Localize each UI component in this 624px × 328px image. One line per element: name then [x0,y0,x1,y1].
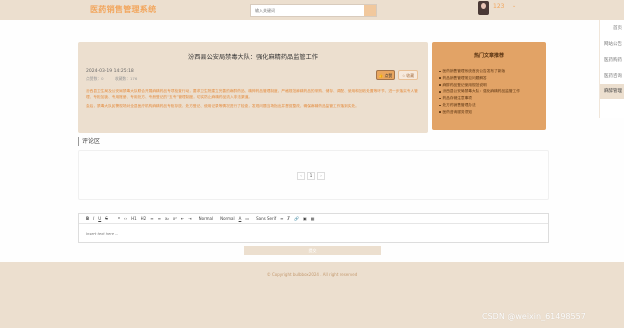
search-box [250,4,377,17]
bold-button[interactable]: B [86,216,89,221]
italic-button[interactable]: I [93,216,94,221]
code-icon[interactable]: ‹› [124,216,127,221]
strike-button[interactable]: S [105,216,108,221]
hot-article-item[interactable]: 药品存储注意事项 [439,95,543,102]
hot-articles-title: 热门文章推荐 [473,53,504,59]
article-paragraph: 会后，禁毒大队民警现场对全县医疗机构麻精药品专柜存放、处方登记、使用记录等情况进… [86,104,359,108]
article-title: 汾西县公安局禁毒大队：强化麻精药品监管工作 [188,54,318,61]
copyright-text: © Copyright bulbbox2024 . All right rese… [266,272,358,277]
article-card: 汾西县公安局禁毒大队：强化麻精药品监管工作 2024-03-19 14:25:1… [78,42,428,133]
like-count: 点赞数：0 [86,76,104,81]
page-number-button[interactable]: 1 [307,172,315,180]
article-stats: 点赞数：0 收藏数：176 [86,76,147,82]
top-bar: 医药销售管理系统 123 ⌄ [0,0,624,20]
comment-heading: 评论区 [78,137,100,146]
hot-articles-list: 医药销售管理系统首页公告发布了新版 药品销售管理常见问题解答 麻醉药品登记使用规… [439,68,543,116]
nav-item-home[interactable]: 首页 [600,20,624,36]
subscript-button[interactable]: x₂ [165,216,169,221]
font-color-icon[interactable]: A [239,216,242,221]
background-color-icon[interactable]: ▭ [245,216,249,221]
like-button-label: 点赞 [384,72,393,78]
hot-article-item[interactable]: 药品销售管理常见问题解答 [439,75,543,82]
clear-format-icon[interactable]: T̸ [288,216,290,221]
font-family-select[interactable]: Sans Serif [256,216,276,221]
image-icon[interactable]: ▣ [303,216,307,221]
underline-button[interactable]: U [98,216,101,221]
search-input[interactable] [251,5,366,16]
collect-button[interactable]: ☆ 收藏 [398,70,418,80]
size-select[interactable]: Normal [199,216,213,221]
indent-icon[interactable]: ⇥ [188,216,191,221]
right-nav: 首页 网站公告 医药购药 医药咨询 麻醉管理 [599,20,624,118]
next-page-button[interactable]: › [317,172,325,180]
pagination: ‹ 1 › [297,172,325,180]
watermark: CSDN @weixin_61498557 [482,312,586,321]
outdent-icon[interactable]: ⇤ [181,216,184,221]
hot-article-item[interactable]: 医药销售管理系统首页公告发布了新版 [439,68,543,75]
like-button[interactable]: 👍 点赞 [376,70,395,80]
collect-button-label: 收藏 [406,72,414,78]
prev-page-button[interactable]: ‹ [297,172,305,180]
star-icon: ☆ [402,72,406,78]
ordered-list-icon[interactable]: ≡ [150,216,153,221]
site-logo[interactable]: 医药销售管理系统 [90,4,156,15]
hot-article-item[interactable]: 医药咨询服务须知 [439,109,543,116]
rich-text-editor: B I U S ❝ ‹› H1 H2 ≡ ≡ x₂ x² ⇤ ⇥ Normal … [78,213,549,243]
comment-input[interactable] [86,229,536,239]
avatar[interactable] [478,1,489,15]
hot-article-item[interactable]: 麻醉药品登记使用规范说明 [439,82,543,89]
article-date: 2024-03-19 14:25:18 [86,69,134,74]
submit-button[interactable]: 提交 [244,246,381,255]
align-icon[interactable]: ≡ [280,216,283,221]
heading2-button[interactable]: H2 [141,216,147,221]
chevron-down-icon[interactable]: ⌄ [512,3,516,9]
heading1-button[interactable]: H1 [131,216,137,221]
header-select[interactable]: Normal [220,216,234,221]
hot-articles-panel: 热门文章推荐 医药销售管理系统首页公告发布了新版 药品销售管理常见问题解答 麻醉… [432,42,546,130]
user-name[interactable]: 123 [493,3,504,10]
search-button[interactable] [364,5,376,16]
superscript-button[interactable]: x² [173,216,177,221]
link-icon[interactable]: 🔗 [294,216,299,221]
quote-icon[interactable]: ❝ [118,216,120,221]
article-paragraph: 汾西县卫生局及公安局禁毒大队联合开展麻精药品专项检查行动，要求卫生院建立完善的麻… [86,89,418,99]
nav-item-notice[interactable]: 网站公告 [600,36,624,52]
nav-item-consult[interactable]: 医药咨询 [600,68,624,84]
hot-article-item[interactable]: 处方药销售管理办法 [439,102,543,109]
video-icon[interactable]: ▦ [311,216,315,221]
collect-count: 收藏数：176 [114,76,138,81]
bullet-list-icon[interactable]: ≡ [158,216,161,221]
editor-toolbar: B I U S ❝ ‹› H1 H2 ≡ ≡ x₂ x² ⇤ ⇥ Normal … [79,214,548,224]
article-body: 汾西县卫生局及公安局禁毒大队联合开展麻精药品专项检查行动，要求卫生院建立完善的麻… [86,88,422,112]
nav-item-medicine[interactable]: 医药购药 [600,52,624,68]
nav-item-anesthesia[interactable]: 麻醉管理 [600,84,624,99]
hot-article-item[interactable]: 汾西县公安局禁毒大队：强化麻精药品监管工作 [439,88,543,95]
thumb-up-icon: 👍 [378,72,384,78]
